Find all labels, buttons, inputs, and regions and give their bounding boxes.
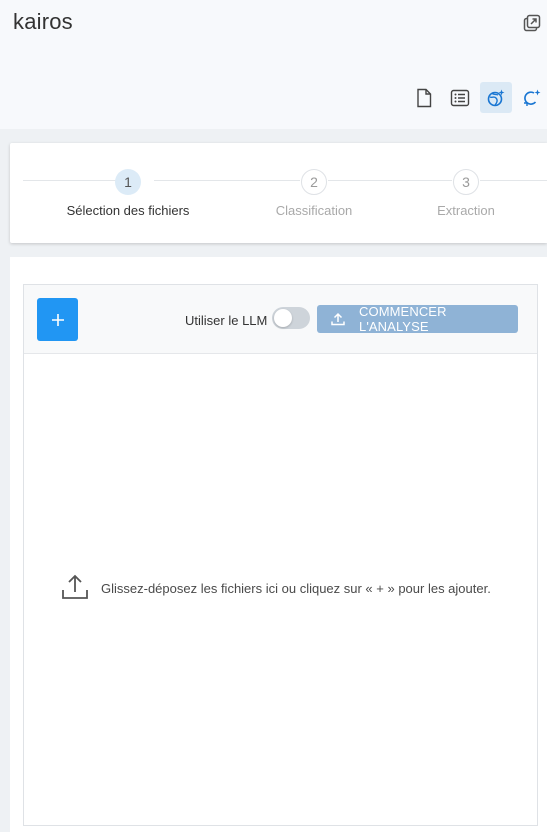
dropzone-instructions: Glissez-déposez les fichiers ici ou cliq… bbox=[101, 581, 491, 596]
open-in-new-icon[interactable] bbox=[521, 14, 541, 34]
plus-icon bbox=[51, 313, 64, 326]
list-icon[interactable] bbox=[444, 82, 476, 113]
step-label-selection: Sélection des fichiers bbox=[66, 203, 190, 218]
step-number-1[interactable]: 1 bbox=[115, 169, 141, 195]
step-number-2[interactable]: 2 bbox=[301, 169, 327, 195]
app-title: kairos bbox=[13, 9, 73, 34]
start-analysis-button[interactable]: COMMENCER L'ANALYSE bbox=[317, 304, 518, 334]
llm-toggle-label: Utiliser le LLM bbox=[185, 313, 268, 328]
step-number-3[interactable]: 3 bbox=[453, 169, 479, 195]
llm-toggle[interactable] bbox=[272, 307, 310, 329]
file-dropzone[interactable]: Glissez-déposez les fichiers ici ou cliq… bbox=[24, 354, 537, 825]
upload-card: Utiliser le LLM COMMENCER L'ANALYSE Glis… bbox=[10, 257, 547, 832]
step-connector bbox=[23, 180, 125, 181]
toggle-knob bbox=[274, 309, 292, 327]
step-connector bbox=[328, 180, 452, 181]
refresh-sparkle-icon[interactable] bbox=[516, 82, 547, 113]
upload-icon bbox=[331, 312, 345, 326]
upload-toolbar: Utiliser le LLM COMMENCER L'ANALYSE bbox=[24, 285, 537, 354]
step-connector bbox=[480, 180, 547, 181]
document-icon[interactable] bbox=[408, 82, 440, 113]
app-header: kairos bbox=[0, 0, 547, 129]
start-analysis-label: COMMENCER L'ANALYSE bbox=[359, 304, 447, 334]
file-upload-panel: Utiliser le LLM COMMENCER L'ANALYSE Glis… bbox=[23, 284, 538, 826]
upload-icon bbox=[60, 572, 90, 602]
step-label-classification: Classification bbox=[275, 203, 353, 218]
globe-sparkle-icon[interactable] bbox=[480, 82, 512, 113]
add-files-button[interactable] bbox=[37, 298, 78, 341]
step-label-extraction: Extraction bbox=[437, 203, 495, 218]
step-connector bbox=[154, 180, 300, 181]
stepper: 1 Sélection des fichiers 2 Classificatio… bbox=[10, 143, 547, 243]
